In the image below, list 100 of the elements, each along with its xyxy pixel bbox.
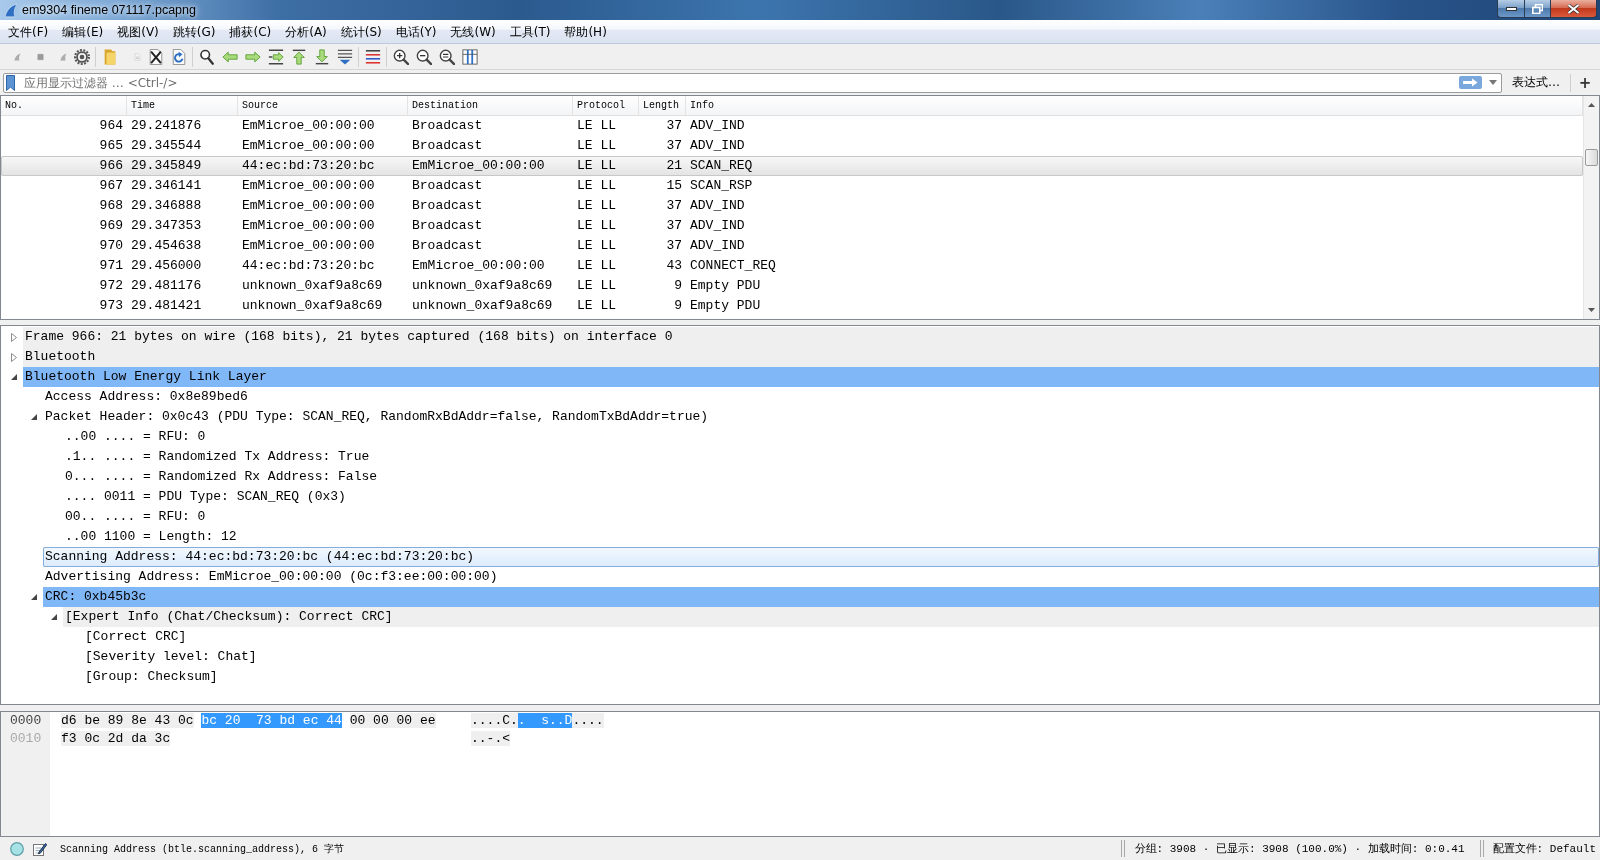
column-resize-icon[interactable] — [461, 48, 478, 65]
menu-item[interactable]: 跳转(G) — [165, 21, 223, 42]
document-x-icon[interactable] — [147, 48, 164, 65]
tree-item[interactable]: 0... .... = Randomized Rx Address: False — [63, 467, 380, 487]
destination-address: Broadcast — [411, 137, 484, 155]
caret-down-icon[interactable] — [11, 374, 17, 380]
scrollbar[interactable] — [1583, 96, 1599, 319]
hex-bytes[interactable]: f3 0c 2d da 3c — [61, 731, 171, 746]
packet-number: 969 — [98, 217, 124, 235]
protocol-name: LE LL — [576, 177, 617, 195]
caret-down-icon[interactable] — [1489, 80, 1497, 85]
list-arrow-icon[interactable] — [267, 48, 284, 65]
tree-item[interactable]: Frame 966: 21 bytes on wire (168 bits), 21 bytes captured (168 bits) on interface 0 — [23, 327, 1599, 347]
restore-button[interactable] — [1524, 0, 1550, 18]
caret-down-icon[interactable] — [31, 594, 37, 600]
tree-item[interactable]: [Group: Checksum] — [83, 667, 220, 687]
tree-item[interactable]: Scanning Address: 44:ec:bd:73:20:bc (44:ec:bd:73:20:bc) — [43, 547, 1599, 567]
caret-right-icon[interactable] — [11, 332, 17, 342]
tree-item[interactable]: Bluetooth — [23, 347, 1599, 367]
protocol-name: LE LL — [576, 137, 617, 155]
packet-length: 37 — [665, 137, 683, 155]
ascii-text[interactable]: ....C. — [471, 713, 518, 728]
tree-item[interactable]: ..00 .... = RFU: 0 — [63, 427, 208, 447]
minimize-button[interactable] — [1497, 0, 1524, 18]
menu-item[interactable]: 捕获(C) — [222, 21, 279, 42]
menu-item[interactable]: 工具(T) — [502, 21, 558, 42]
tree-item[interactable]: CRC: 0xb45b3c — [43, 587, 1599, 607]
column-header[interactable]: No. — [1, 96, 127, 115]
document-refresh-icon[interactable] — [170, 48, 187, 65]
arrow-down-bar-icon[interactable] — [313, 48, 330, 65]
packet-row[interactable]: 973 29.481421 unknown_0xaf9a8c69 unknown_0xaf9a8c69 LE LL 9 Empty PDU — [1, 296, 1583, 316]
packet-row[interactable]: 971 29.456000 44:ec:bd:73:20:bc EmMicroe_00:00:00 LE LL 43 CONNECT_REQ — [1, 256, 1583, 276]
packet-row[interactable]: 964 29.241876 EmMicroe_00:00:00 Broadcast LE LL 37 ADV_IND — [1, 116, 1583, 136]
packet-row[interactable]: 967 29.346141 EmMicroe_00:00:00 Broadcast LE LL 15 SCAN_RSP — [1, 176, 1583, 196]
menu-item[interactable]: 电话(Y) — [388, 21, 444, 42]
packet-row[interactable]: 972 29.481176 unknown_0xaf9a8c69 unknown_0xaf9a8c69 LE LL 9 Empty PDU — [1, 276, 1583, 296]
menu-item[interactable]: 统计(S) — [333, 21, 389, 42]
tree-item[interactable]: Packet Header: 0x0c43 (PDU Type: SCAN_REQ, RandomRxBdAddr=false, RandomTxBdAddr=true) — [43, 407, 711, 427]
column-header[interactable]: Protocol — [573, 96, 639, 115]
caret-down-icon[interactable] — [51, 614, 57, 620]
ascii-text[interactable]: .... — [572, 713, 604, 728]
expression-button[interactable]: 表达式… — [1508, 72, 1564, 93]
tree-item[interactable]: .1.. .... = Randomized Tx Address: True — [63, 447, 372, 467]
tree-item[interactable]: [Correct CRC] — [83, 627, 189, 647]
close-button[interactable] — [1550, 0, 1597, 18]
profile-label[interactable]: 配置文件: Default — [1492, 841, 1596, 856]
zoom-out-icon[interactable] — [415, 48, 432, 65]
tree-item[interactable]: Advertising Address: EmMicroe_00:00:00 (0c:f3:ee:00:00:00) — [43, 567, 500, 587]
tree-item[interactable]: ..00 1100 = Length: 12 — [63, 527, 239, 547]
source-address: EmMicroe_00:00:00 — [241, 197, 376, 215]
column-header[interactable]: Destination — [408, 96, 573, 115]
timestamp: 29.481176 — [130, 277, 203, 295]
packet-row[interactable]: 968 29.346888 EmMicroe_00:00:00 Broadcast LE LL 37 ADV_IND — [1, 196, 1583, 216]
packet-number: 965 — [98, 137, 124, 155]
timestamp: 29.345544 — [130, 137, 203, 155]
byte-offset: 0010 — [9, 730, 43, 748]
packet-number: 968 — [98, 197, 124, 215]
tree-item[interactable]: 00.. .... = RFU: 0 — [63, 507, 208, 527]
column-header[interactable]: Time — [127, 96, 238, 115]
gear-icon[interactable] — [73, 48, 90, 65]
packet-number: 970 — [98, 237, 124, 255]
edit-icon[interactable] — [33, 841, 47, 856]
arrow-up-bar-icon[interactable] — [290, 48, 307, 65]
colored-lines-icon[interactable] — [364, 48, 381, 65]
column-header[interactable]: Length — [639, 96, 686, 115]
packet-row[interactable]: 970 29.454638 EmMicroe_00:00:00 Broadcast LE LL 37 ADV_IND — [1, 236, 1583, 256]
packet-row[interactable]: 966 29.345849 44:ec:bd:73:20:bc EmMicroe_00:00:00 LE LL 21 SCAN_REQ — [1, 156, 1583, 176]
packet-number: 966 — [98, 157, 124, 175]
bookmark-icon[interactable] — [6, 74, 15, 91]
packet-row[interactable]: 965 29.345544 EmMicroe_00:00:00 Broadcast LE LL 37 ADV_IND — [1, 136, 1583, 156]
menu-item[interactable]: 编辑(E) — [55, 21, 111, 42]
restore-icon — [1532, 3, 1543, 14]
menu-item[interactable]: 无线(W) — [443, 21, 503, 42]
hex-bytes[interactable]: 00 00 00 ee — [349, 713, 436, 728]
menu-item[interactable]: 文件(F) — [1, 21, 56, 42]
ascii-text[interactable]: ..-.< — [471, 731, 510, 746]
packet-row[interactable]: 969 29.347353 EmMicroe_00:00:00 Broadcast LE LL 37 ADV_IND — [1, 216, 1583, 236]
scrollbar-thumb[interactable] — [1585, 149, 1598, 166]
tree-item[interactable]: [Expert Info (Chat/Checksum): Correct CRC] — [63, 607, 1599, 627]
zoom-reset-icon[interactable] — [438, 48, 455, 65]
hex-bytes[interactable]: d6 be 89 8e 43 0c — [61, 713, 194, 728]
search-icon[interactable] — [198, 48, 215, 65]
scroll-down-icon[interactable] — [1588, 308, 1595, 312]
caret-right-icon[interactable] — [11, 352, 17, 362]
display-filter-field[interactable]: 应用显示过滤器 … <Ctrl-/> — [3, 72, 1502, 93]
source-address: 44:ec:bd:73:20:bc — [241, 257, 376, 275]
zoom-in-icon[interactable] — [392, 48, 409, 65]
menu-item[interactable]: 视图(V) — [110, 21, 166, 42]
scroll-up-icon[interactable] — [1588, 103, 1595, 107]
tree-item[interactable]: .... 0011 = PDU Type: SCAN_REQ (0x3) — [63, 487, 348, 507]
column-header[interactable]: Source — [238, 96, 408, 115]
menu-item[interactable]: 帮助(H) — [557, 21, 614, 42]
menu-item[interactable]: 分析(A) — [278, 21, 334, 42]
tree-item[interactable]: Bluetooth Low Energy Link Layer — [23, 367, 1599, 387]
source-address: unknown_0xaf9a8c69 — [241, 277, 384, 295]
tree-item[interactable]: [Severity level: Chat] — [83, 647, 259, 667]
tree-item[interactable]: Access Address: 0x8e89bed6 — [43, 387, 250, 407]
caret-down-icon[interactable] — [31, 414, 37, 420]
add-button[interactable]: + — [1577, 72, 1593, 93]
list-triangle-icon[interactable] — [336, 48, 353, 65]
